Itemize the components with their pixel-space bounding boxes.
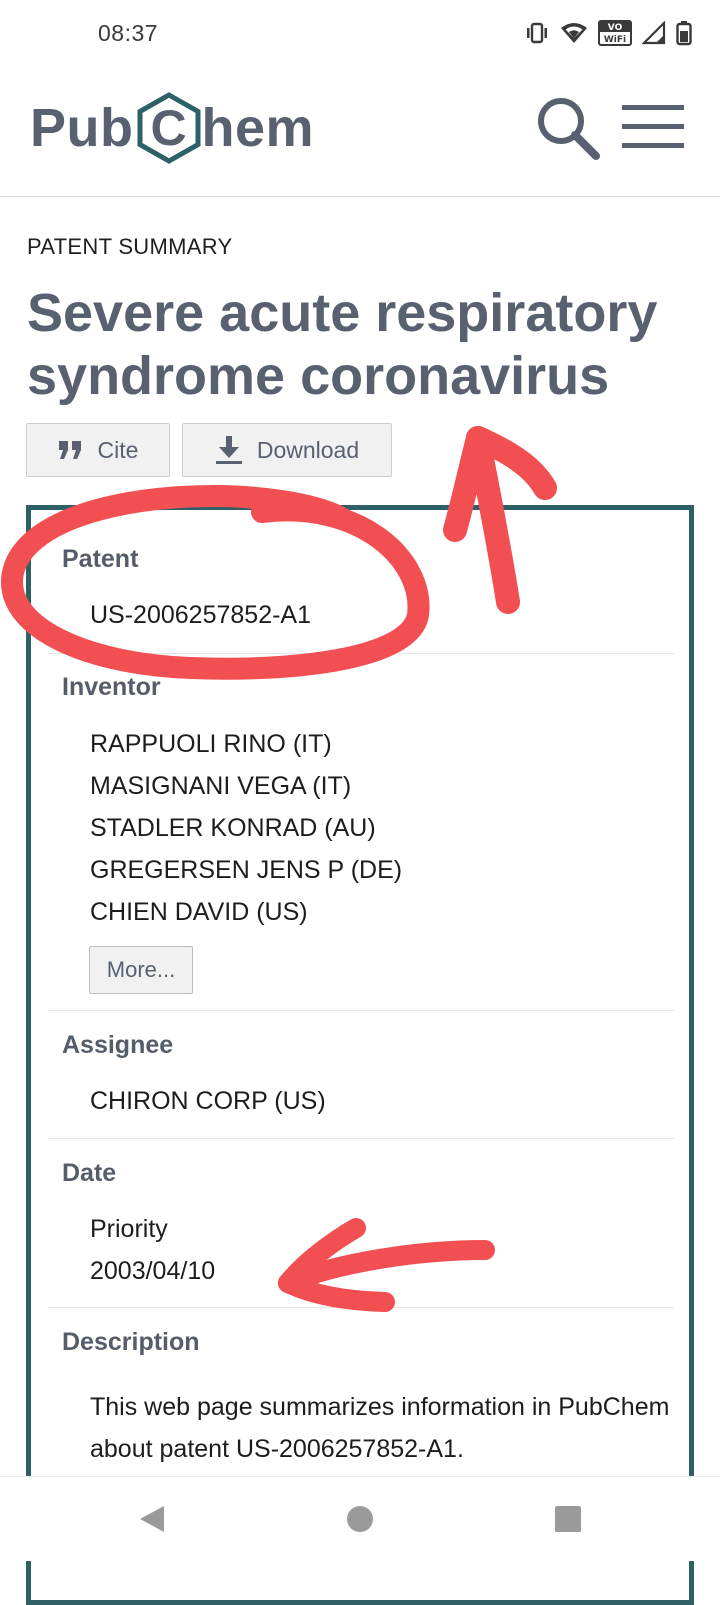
download-button[interactable]: Download: [182, 423, 392, 477]
download-label: Download: [256, 436, 360, 463]
quote-icon: [58, 441, 81, 459]
assignee-label: Assignee: [62, 1031, 174, 1059]
signal-icon: [642, 21, 666, 45]
hamburger-menu-icon: [622, 105, 684, 148]
home-circle-icon: [347, 1506, 373, 1532]
field-divider: [48, 1138, 674, 1139]
vowifi-top-text: VO: [608, 23, 623, 33]
recents-square-icon: [555, 1506, 581, 1532]
cite-label: Cite: [97, 436, 139, 463]
menu-button[interactable]: [620, 102, 686, 152]
home-button[interactable]: [334, 1493, 386, 1545]
inventor-name: GREGERSEN JENS P (DE): [90, 856, 403, 884]
hexagon-icon: C: [137, 92, 201, 164]
status-time: 08:37: [98, 20, 159, 46]
search-button[interactable]: [534, 94, 602, 162]
inventor-name: CHIEN DAVID (US): [90, 898, 308, 926]
date-label: Date: [62, 1159, 117, 1187]
date-type: Priority: [90, 1215, 168, 1243]
description-label: Description: [62, 1328, 200, 1356]
inventor-name: MASIGNANI VEGA (IT): [90, 772, 352, 800]
vowifi-bottom-text: WiFi: [604, 35, 626, 45]
section-label: PATENT SUMMARY: [27, 234, 233, 259]
app-header: Pub C hem: [0, 68, 720, 197]
back-button[interactable]: [126, 1493, 178, 1545]
search-icon: [538, 98, 600, 160]
field-divider: [48, 1010, 674, 1011]
pubchem-logo[interactable]: Pub C hem: [30, 88, 314, 168]
annotation-arrow-up-head-right: [466, 426, 557, 500]
field-divider: [48, 653, 674, 654]
inventor-label: Inventor: [62, 673, 161, 701]
logo-text-left: Pub: [30, 98, 134, 158]
navigation-bar: [0, 1476, 720, 1561]
inventor-name: RAPPUOLI RINO (IT): [90, 730, 332, 758]
status-bar: 08:37 VO WiFi: [0, 0, 720, 68]
wifi-icon: [560, 21, 588, 45]
description-text: This web page summarizes information in …: [90, 1393, 670, 1463]
logo-text-right: hem: [201, 98, 315, 158]
download-icon: [215, 436, 242, 464]
patent-label: Patent: [62, 545, 139, 573]
cite-button[interactable]: Cite: [26, 423, 170, 477]
more-inventors-button[interactable]: More...: [89, 946, 193, 994]
battery-icon: [676, 20, 692, 46]
assignee-value: CHIRON CORP (US): [90, 1087, 326, 1115]
page-title: Severe acute respiratory syndrome corona…: [27, 283, 658, 406]
vibrate-icon: [524, 21, 550, 45]
status-icons: VO WiFi: [524, 19, 692, 47]
field-divider: [48, 1307, 674, 1308]
back-triangle-icon: [140, 1506, 164, 1532]
vowifi-icon: VO WiFi: [598, 20, 632, 46]
logo-hex-letter: C: [150, 100, 187, 156]
patent-number[interactable]: US-2006257852-A1: [90, 601, 311, 630]
inventor-name: STADLER KONRAD (AU): [90, 814, 376, 842]
priority-date: 2003/04/10: [90, 1257, 216, 1285]
recents-button[interactable]: [542, 1493, 594, 1545]
